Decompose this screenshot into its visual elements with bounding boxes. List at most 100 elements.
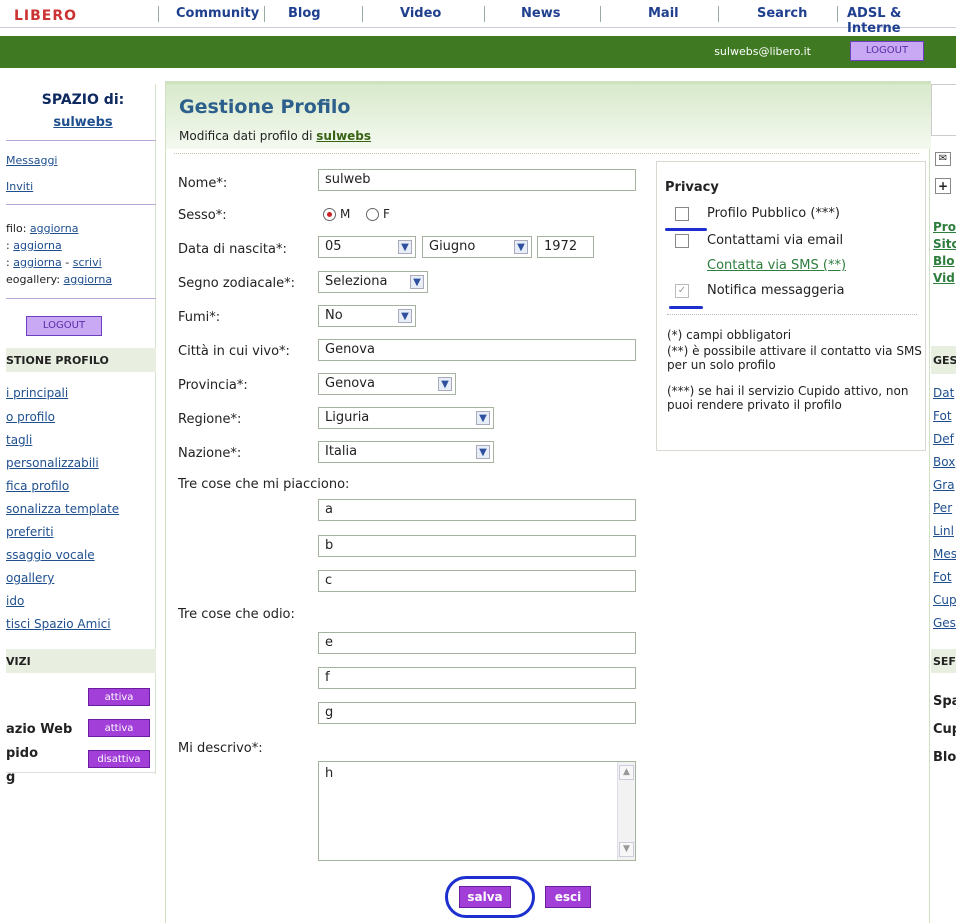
tab-adsl[interactable]: ADSL & Interne [847, 6, 956, 36]
nation-select[interactable]: Italia ▼ [318, 441, 494, 463]
write-link[interactable]: scrivi [73, 256, 102, 269]
update-link[interactable]: aggiorna [30, 222, 79, 235]
right-nav-link[interactable]: Cup [933, 593, 956, 607]
user-email: sulwebs@libero.it [714, 45, 811, 58]
update-link[interactable]: aggiorna [13, 256, 62, 269]
row-label: eogallery [6, 273, 57, 286]
mail-icon[interactable]: ✉ [935, 152, 951, 166]
right-nav-link[interactable]: Gra [933, 478, 955, 492]
right-nav-link[interactable]: Fot [933, 570, 952, 584]
service-toggle-button[interactable]: attiva [88, 688, 150, 706]
chevron-down-icon: ▼ [398, 309, 412, 323]
scroll-down-icon[interactable]: ▼ [619, 842, 634, 857]
messages-link[interactable]: Messaggi [6, 154, 57, 167]
zodiac-select[interactable]: Seleziona ▼ [318, 271, 428, 293]
nav-link[interactable]: ogallery [6, 571, 54, 585]
smoke-select[interactable]: No ▼ [318, 305, 416, 327]
province-value: Genova [325, 376, 375, 391]
right-nav-link[interactable]: Fot [933, 409, 952, 423]
notification-checkbox[interactable]: ✓ [675, 284, 689, 298]
sesso-m-label: M [340, 207, 351, 221]
sidebar-logout-button[interactable]: LOGOUT [26, 316, 102, 336]
right-nav-link[interactable]: Per [933, 501, 952, 515]
right-nav-link[interactable]: Box [933, 455, 955, 469]
sesso-label: Sesso*: [178, 208, 227, 223]
nome-field[interactable]: sulweb [318, 169, 636, 191]
public-profile-checkbox[interactable] [675, 207, 689, 221]
chevron-down-icon: ▼ [398, 240, 412, 254]
nav-link[interactable]: fica profilo [6, 479, 69, 493]
service-toggle-button[interactable]: attiva [88, 719, 150, 737]
region-value: Liguria [325, 410, 370, 425]
tab-video[interactable]: Video [400, 6, 441, 21]
space-username[interactable]: sulwebs [18, 115, 148, 130]
public-profile-label: Profilo Pubblico (***) [707, 206, 840, 221]
nav-link[interactable]: tagli [6, 433, 32, 447]
exit-button[interactable]: esci [545, 886, 591, 908]
nav-link[interactable]: sonalizza template [6, 502, 119, 516]
update-link[interactable]: aggiorna [64, 273, 113, 286]
tab-mail[interactable]: Mail [648, 6, 679, 21]
province-select[interactable]: Genova ▼ [318, 373, 456, 395]
nav-link[interactable]: i principali [6, 386, 68, 400]
logout-button[interactable]: LOGOUT [850, 41, 924, 61]
right-nav-link[interactable]: Mes [933, 547, 956, 561]
tab-blog[interactable]: Blog [288, 6, 321, 21]
zodiac-label: Segno zodiacale*: [178, 276, 296, 291]
right-link[interactable]: Vid [933, 271, 955, 285]
chevron-down-icon: ▼ [514, 240, 528, 254]
year-field[interactable]: 1972 [537, 236, 594, 258]
videogallery-update-row: eogallery: aggiorna [6, 273, 113, 286]
birthdate-label: Data di nascita*: [178, 242, 287, 257]
service-toggle-button[interactable]: disattiva [88, 750, 150, 768]
city-field[interactable]: Genova [318, 339, 636, 361]
tab-search[interactable]: Search [757, 6, 807, 21]
right-nav-link[interactable]: Dat [933, 386, 954, 400]
nav-link[interactable]: ido [6, 594, 24, 608]
nation-value: Italia [325, 444, 358, 459]
province-label: Provincia*: [178, 378, 248, 393]
email-contact-checkbox[interactable] [675, 234, 689, 248]
right-link[interactable]: Blo [933, 254, 955, 268]
nav-link[interactable]: preferiti [6, 525, 54, 539]
nav-link[interactable]: ssaggio vocale [6, 548, 95, 562]
hate-field-3[interactable]: g [318, 702, 636, 724]
sesso-m-radio[interactable] [323, 208, 336, 221]
right-nav-link[interactable]: Ges [933, 616, 956, 630]
row-label: filo [6, 222, 23, 235]
service-name: azio Web [6, 722, 73, 737]
like-field-2[interactable]: b [318, 535, 636, 557]
row-label: : [6, 239, 10, 252]
right-nav-link[interactable]: Def [933, 432, 954, 446]
like-field-1[interactable]: a [318, 499, 636, 521]
plus-icon[interactable]: + [935, 178, 951, 194]
sms-contact-link[interactable]: Contatta via SMS (**) [707, 258, 846, 273]
hate-field-2[interactable]: f [318, 667, 636, 689]
tab-news[interactable]: News [521, 6, 560, 21]
likes-label: Tre cose che mi piacciono: [178, 477, 350, 492]
region-select[interactable]: Liguria ▼ [318, 407, 494, 429]
day-select[interactable]: 05 ▼ [318, 236, 416, 258]
nav-link[interactable]: o profilo [6, 410, 55, 424]
describe-textarea[interactable]: h ▲ ▼ [318, 761, 636, 861]
month-select[interactable]: Giugno ▼ [422, 236, 532, 258]
nav-link[interactable]: tisci Spazio Amici [6, 617, 111, 631]
hate-field-1[interactable]: e [318, 632, 636, 654]
like-field-3[interactable]: c [318, 570, 636, 592]
subtitle-user-link[interactable]: sulwebs [316, 129, 371, 143]
hates-label: Tre cose che odio: [178, 607, 295, 622]
scroll-up-icon[interactable]: ▲ [619, 765, 634, 780]
sesso-f-radio[interactable] [366, 208, 379, 221]
textarea-scrollbar[interactable]: ▲ ▼ [617, 762, 635, 860]
annotation-underline [665, 228, 707, 231]
libero-logo[interactable]: LIBERO [4, 2, 154, 26]
subtitle-text: Modifica dati profilo di [179, 129, 313, 143]
right-link[interactable]: Sito [933, 237, 956, 251]
invites-link[interactable]: Inviti [6, 180, 33, 193]
nav-link[interactable]: personalizzabili [6, 456, 99, 470]
tab-community[interactable]: Community [176, 6, 259, 21]
right-nav-link[interactable]: Linl [933, 524, 954, 538]
update-link[interactable]: aggiorna [13, 239, 62, 252]
city-label: Città in cui vivo*: [178, 344, 290, 359]
right-link[interactable]: Pro [933, 220, 956, 234]
